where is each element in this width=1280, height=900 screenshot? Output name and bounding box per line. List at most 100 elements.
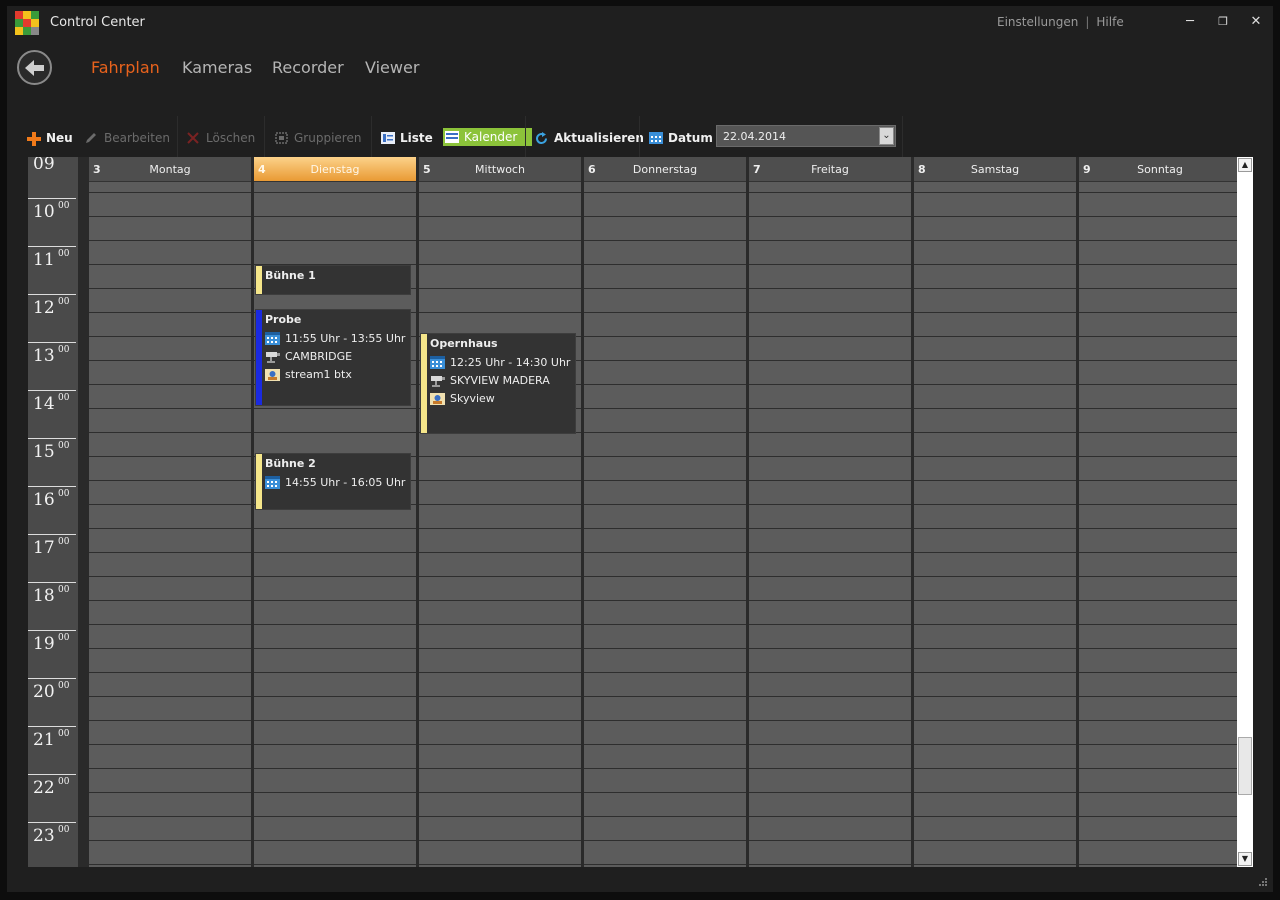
refresh-icon [535,131,549,144]
event-color-bar [256,310,262,405]
time-column: 09 10 00 11 00 12 00 13 00 14 00 15 00 16 00 17 00 18 00 19… [28,157,79,867]
time-slot-line [254,864,416,865]
time-slot-line [914,288,1076,289]
calendar-event[interactable]: Probe 11:55 Uhr - 13:55 Uhr CAMBRIDGE strea… [255,309,411,406]
hour-value: 18 [33,586,55,606]
event-detail-text: SKYVIEW MADERA [450,374,550,387]
refresh-button[interactable]: Aktualisieren [535,129,644,146]
title-bar: Control Center Einstellungen | Hilfe ─ ❐ ✕ [7,6,1273,40]
time-slot-line [914,816,1076,817]
calendar-event[interactable]: Opernhaus 12:25 Uhr - 14:30 Uhr SKYVIEW MA… [420,333,576,434]
edit-button[interactable]: Bearbeiten [85,129,170,146]
scroll-thumb[interactable] [1238,737,1252,795]
event-detail-line: CAMBRIDGE [265,350,352,363]
maximize-button[interactable]: ❐ [1215,14,1231,30]
time-slot-line [254,240,416,241]
time-slot-line [419,552,581,553]
time-slot-line [89,312,251,313]
minute-value: 00 [58,729,70,739]
time-slot-line [584,480,746,481]
tab-kameras[interactable]: Kameras [182,58,252,77]
time-slot-line [89,432,251,433]
vertical-scrollbar[interactable]: ▲ ▼ [1237,157,1253,867]
event-detail-line: 12:25 Uhr - 14:30 Uhr [430,356,570,369]
calendar-view-button[interactable]: Kalender [443,128,533,146]
tab-viewer[interactable]: Viewer [365,58,419,77]
new-button[interactable]: Neu [27,129,73,146]
date-dropdown[interactable]: 22.04.2014 ⌄ [716,125,896,147]
toolbar-divider [639,116,640,158]
back-button[interactable] [17,50,52,85]
tab-fahrplan[interactable]: Fahrplan [91,58,160,77]
minute-value: 00 [58,825,70,835]
help-link[interactable]: Hilfe [1096,15,1123,29]
list-view-button[interactable]: Liste [381,129,433,146]
day-header[interactable]: Freitag 7 [749,157,911,182]
day-header[interactable]: Montag 3 [89,157,251,182]
day-column[interactable]: Dienstag 4 Bühne 1 Probe 11:55 Uhr - 13:55 U… [254,157,416,867]
time-slot-line [1079,576,1241,577]
day-column[interactable]: Sonntag 9 [1079,157,1241,867]
time-slot-line [254,816,416,817]
hour-value: 22 [33,778,55,798]
group-icon [275,131,289,144]
day-header[interactable]: Dienstag 4 [254,157,416,182]
time-slot-line [1079,504,1241,505]
hour-label: 15 00 [28,438,78,486]
day-column[interactable]: Donnerstag 6 [584,157,746,867]
day-header[interactable]: Samstag 8 [914,157,1076,182]
time-slot-line [584,216,746,217]
scroll-up-icon[interactable]: ▲ [1238,158,1252,172]
time-slot-line [419,624,581,625]
time-slot-line [749,672,911,673]
calendar-event[interactable]: Bühne 1 [255,265,411,295]
day-header[interactable]: Donnerstag 6 [584,157,746,182]
time-slot-line [419,240,581,241]
day-column[interactable]: Montag 3 [89,157,251,867]
list-label: Liste [400,130,433,145]
time-slot-line [1079,480,1241,481]
time-slot-line [914,480,1076,481]
group-button[interactable]: Gruppieren [275,129,361,146]
chevron-down-icon[interactable]: ⌄ [879,127,894,145]
settings-link[interactable]: Einstellungen [997,15,1078,29]
hour-value: 20 [33,682,55,702]
hour-value: 21 [33,730,55,750]
minute-value: 00 [58,681,70,691]
close-button[interactable]: ✕ [1248,14,1264,30]
time-slot-line [89,792,251,793]
group-label: Gruppieren [294,130,362,145]
time-slot-line [419,456,581,457]
time-slot-line [914,576,1076,577]
tab-recorder[interactable]: Recorder [272,58,344,77]
minimize-button[interactable]: ─ [1182,14,1198,30]
time-slot-line [584,240,746,241]
time-slot-line [914,720,1076,721]
time-slot-line [1079,216,1241,217]
hour-label: 18 00 [28,582,78,630]
pencil-icon [85,132,99,144]
time-slot-line [584,552,746,553]
event-detail-text: 14:55 Uhr - 16:05 Uhr [285,476,406,489]
day-header[interactable]: Sonntag 9 [1079,157,1241,182]
hour-divider [28,246,76,247]
time-slot-line [1079,552,1241,553]
time-slot-line [419,312,581,313]
time-slot-line [749,768,911,769]
scroll-down-icon[interactable]: ▼ [1238,852,1252,866]
day-column[interactable]: Freitag 7 [749,157,911,867]
time-slot-line [584,744,746,745]
time-slot-line [1079,264,1241,265]
time-slot-line [1079,336,1241,337]
time-slot-line [1079,744,1241,745]
time-slot-line [914,264,1076,265]
time-slot-line [584,696,746,697]
day-column[interactable]: Samstag 8 [914,157,1076,867]
calendar-event[interactable]: Bühne 2 14:55 Uhr - 16:05 Uhr [255,453,411,510]
delete-button[interactable]: Löschen [187,129,255,146]
day-column[interactable]: Mittwoch 5 Opernhaus 12:25 Uhr - 14:30 Uhr S… [419,157,581,867]
hour-label: 20 00 [28,678,78,726]
hour-divider [28,582,76,583]
day-header[interactable]: Mittwoch 5 [419,157,581,182]
resize-grip-icon[interactable] [1257,876,1267,886]
